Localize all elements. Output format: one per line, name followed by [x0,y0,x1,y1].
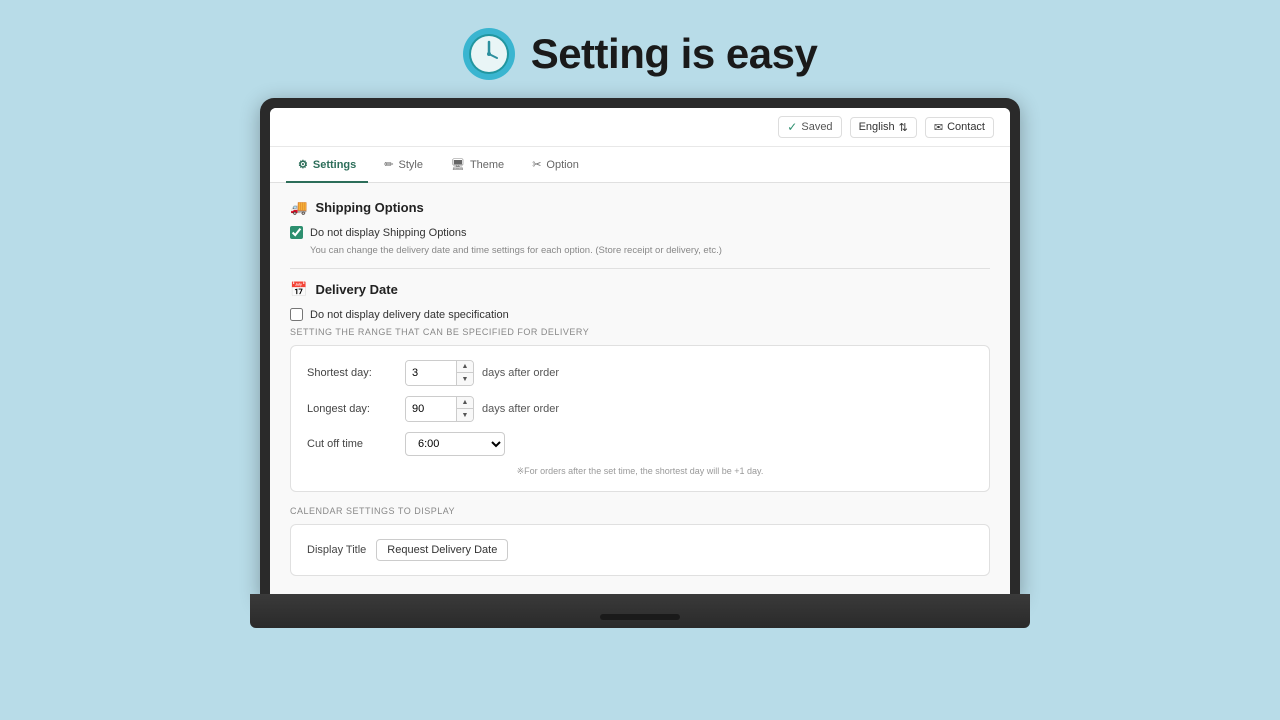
calendar-form-box: Display Title Request Delivery Date [290,524,990,576]
page-title: Setting is easy [531,30,818,78]
display-title-label: Display Title [307,544,366,556]
shortest-day-spinner: ▲ ▼ [456,361,473,385]
delivery-checkbox[interactable] [290,308,303,321]
delivery-section-header: 📅 Delivery Date [290,281,990,298]
gear-icon: ⚙ [298,158,308,171]
language-selector[interactable]: English ⇅ [850,117,917,138]
app-ui: ✓ Saved English ⇅ ✉ Contact ⚙ [270,108,1010,598]
range-subsection-label: SETTING THE RANGE THAT CAN BE SPECIFIED … [290,327,990,337]
shipping-checkbox-label: Do not display Shipping Options [310,227,467,239]
cutoff-footnote: ※For orders after the set time, the shor… [307,466,973,477]
tab-settings-label: Settings [313,159,356,171]
laptop-base [250,594,1030,628]
calendar-icon: 📅 [290,281,307,298]
cutoff-time-row: Cut off time 0:00 1:00 2:00 3:00 4:00 5:… [307,432,973,456]
shipping-checkbox-row: Do not display Shipping Options [290,226,990,239]
display-title-value: Request Delivery Date [376,539,508,561]
laptop-screen-inner: ✓ Saved English ⇅ ✉ Contact ⚙ [270,108,1010,598]
shortest-day-increment[interactable]: ▲ [457,361,473,373]
page-header: Setting is easy [463,28,818,80]
shortest-day-input[interactable] [406,361,456,385]
tab-option-label: Option [546,159,578,171]
tabs-bar: ⚙ Settings ✏ Style 🖥 Theme ✂ Option [270,147,1010,183]
tab-option[interactable]: ✂ Option [520,148,591,183]
longest-day-decrement[interactable]: ▼ [457,409,473,421]
contact-label: Contact [947,121,985,133]
app-clock-icon [463,28,515,80]
tab-style[interactable]: ✏ Style [372,148,435,183]
cutoff-time-label: Cut off time [307,438,397,450]
shortest-day-unit: days after order [482,367,559,379]
laptop-container: ✓ Saved English ⇅ ✉ Contact ⚙ [250,98,1030,628]
tab-settings[interactable]: ⚙ Settings [286,148,368,183]
contact-button[interactable]: ✉ Contact [925,117,994,138]
longest-day-input[interactable] [406,397,456,421]
section-divider-1 [290,268,990,269]
shortest-day-label: Shortest day: [307,367,397,379]
content-area: 🚚 Shipping Options Do not display Shippi… [270,183,1010,598]
delivery-form-box: Shortest day: ▲ ▼ days after order [290,345,990,492]
calendar-section-label: CALENDAR SETTINGS TO DISPLAY [290,506,990,516]
saved-badge: ✓ Saved [778,116,841,138]
pencil-icon: ✏ [384,158,393,171]
longest-day-increment[interactable]: ▲ [457,397,473,409]
scissors-icon: ✂ [532,158,541,171]
delivery-checkbox-row: Do not display delivery date specificati… [290,308,990,321]
tab-theme-label: Theme [470,159,504,171]
display-title-row: Display Title Request Delivery Date [307,539,973,561]
saved-check-icon: ✓ [787,120,797,134]
monitor-icon: 🖥 [451,158,465,171]
cutoff-time-select[interactable]: 0:00 1:00 2:00 3:00 4:00 5:00 6:00 7:00 … [405,432,505,456]
delivery-checkbox-label: Do not display delivery date specificati… [310,309,509,321]
laptop-screen-outer: ✓ Saved English ⇅ ✉ Contact ⚙ [260,98,1020,598]
delivery-section-title: Delivery Date [315,282,397,297]
tab-style-label: Style [399,159,423,171]
truck-icon: 🚚 [290,199,307,216]
shipping-section-title: Shipping Options [315,200,423,215]
chevron-updown-icon: ⇅ [899,121,908,134]
shipping-helper-text: You can change the delivery date and tim… [310,245,990,256]
longest-day-row: Longest day: ▲ ▼ days after order [307,396,973,422]
longest-day-spinner: ▲ ▼ [456,397,473,421]
saved-label: Saved [801,121,832,133]
shortest-day-input-wrapper: ▲ ▼ [405,360,474,386]
longest-day-input-wrapper: ▲ ▼ [405,396,474,422]
shortest-day-decrement[interactable]: ▼ [457,373,473,385]
longest-day-unit: days after order [482,403,559,415]
longest-day-label: Longest day: [307,403,397,415]
tab-theme[interactable]: 🖥 Theme [439,148,516,183]
shipping-checkbox[interactable] [290,226,303,239]
shipping-section-header: 🚚 Shipping Options [290,199,990,216]
top-bar: ✓ Saved English ⇅ ✉ Contact [270,108,1010,147]
shortest-day-row: Shortest day: ▲ ▼ days after order [307,360,973,386]
language-label: English [859,121,895,133]
envelope-icon: ✉ [934,121,943,134]
